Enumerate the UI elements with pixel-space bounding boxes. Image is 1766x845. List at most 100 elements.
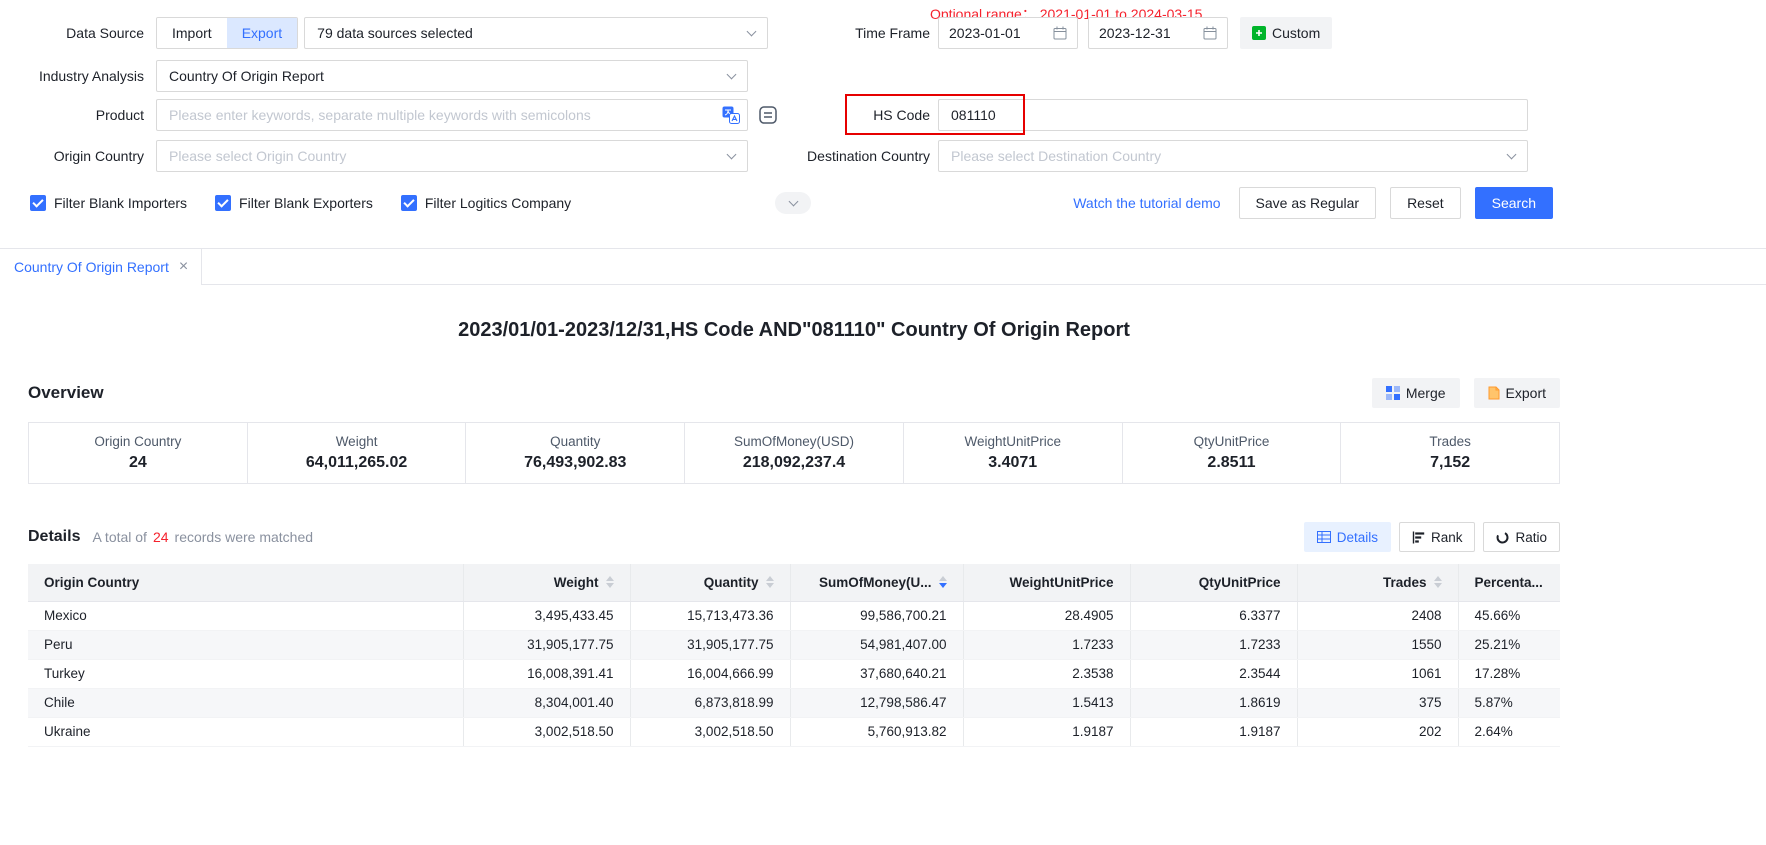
industry-analysis-select[interactable]: Country Of Origin Report (156, 60, 748, 92)
custom-calendar-icon (1252, 26, 1266, 40)
ratio-view-button[interactable]: Ratio (1483, 522, 1560, 552)
end-date-value: 2023-12-31 (1099, 25, 1171, 41)
report-content: 2023/01/01-2023/12/31,HS Code AND"081110… (28, 319, 1560, 747)
overview-stats-card: Origin Country 24 Weight 64,011,265.02 Q… (28, 422, 1560, 484)
chevron-down-icon (788, 197, 798, 207)
filter-row-options: Filter Blank Importers Filter Blank Expo… (0, 187, 1766, 219)
custom-range-button[interactable]: Custom (1240, 17, 1332, 49)
stat-weight: Weight 64,011,265.02 (247, 423, 466, 483)
sort-icon[interactable] (606, 576, 614, 588)
details-section-head: Details A total of 24 records were match… (28, 522, 1560, 552)
end-date-input[interactable]: 2023-12-31 (1088, 17, 1228, 49)
stat-sum-of-money: SumOfMoney(USD) 218,092,237.4 (684, 423, 903, 483)
industry-analysis-label: Industry Analysis (0, 68, 156, 84)
filter-logitics-company-checkbox[interactable]: Filter Logitics Company (401, 195, 571, 211)
sort-icon[interactable] (1434, 576, 1442, 588)
chevron-down-icon (727, 149, 737, 159)
hs-code-label: HS Code (788, 107, 938, 123)
data-source-selected-value: 79 data sources selected (317, 25, 473, 41)
checkbox-checked-icon (401, 195, 417, 211)
col-weight[interactable]: Weight (463, 564, 630, 601)
details-table: Origin Country Weight Quantity SumOfMone… (28, 564, 1560, 747)
table-row: Peru 31,905,177.75 31,905,177.75 54,981,… (28, 630, 1560, 659)
product-keywords-input[interactable] (156, 99, 748, 131)
export-label: Export (1506, 385, 1546, 401)
filter-row-data-source: Data Source Import Export 79 data source… (0, 17, 1766, 49)
filter-blank-importers-checkbox[interactable]: Filter Blank Importers (30, 195, 187, 211)
view-switch: Details Rank Ratio (1304, 522, 1560, 552)
details-view-button[interactable]: Details (1304, 522, 1391, 552)
search-button[interactable]: Search (1475, 187, 1553, 219)
filter-row-industry: Industry Analysis Country Of Origin Repo… (0, 60, 1766, 92)
rank-view-button[interactable]: Rank (1399, 522, 1476, 552)
checkbox-label: Filter Logitics Company (425, 195, 571, 211)
export-toggle-button[interactable]: Export (227, 18, 297, 48)
destination-country-placeholder: Please select Destination Country (951, 148, 1161, 164)
reset-button[interactable]: Reset (1390, 187, 1461, 219)
tab-country-of-origin-report[interactable]: Country Of Origin Report × (0, 248, 202, 285)
filter-panel: Optional range： 2021-01-01 to 2024-03-15… (0, 0, 1766, 248)
import-toggle-button[interactable]: Import (157, 18, 227, 48)
table-row: Mexico 3,495,433.45 15,713,473.36 99,586… (28, 601, 1560, 630)
stat-quantity: Quantity 76,493,902.83 (465, 423, 684, 483)
matched-count: 24 (153, 529, 169, 545)
start-date-value: 2023-01-01 (949, 25, 1021, 41)
tab-bar: Country Of Origin Report × (0, 248, 1766, 285)
destination-country-select[interactable]: Please select Destination Country (938, 140, 1528, 172)
app-window: Optional range： 2021-01-01 to 2024-03-15… (0, 0, 1766, 845)
destination-country-label: Destination Country (788, 148, 938, 164)
merge-label: Merge (1406, 385, 1446, 401)
col-weight-unit-price: WeightUnitPrice (963, 564, 1130, 601)
origin-country-label: Origin Country (0, 148, 156, 164)
filter-blank-exporters-checkbox[interactable]: Filter Blank Exporters (215, 195, 373, 211)
merge-icon (1386, 386, 1400, 400)
data-source-select[interactable]: 79 data sources selected (304, 17, 768, 49)
tutorial-demo-link[interactable]: Watch the tutorial demo (1073, 195, 1220, 211)
col-quantity[interactable]: Quantity (630, 564, 790, 601)
filter-row-countries: Origin Country Please select Origin Coun… (0, 140, 1766, 172)
chevron-down-icon (747, 26, 757, 36)
stat-trades: Trades 7,152 (1340, 423, 1559, 483)
hs-code-group: HS Code (788, 99, 1528, 131)
calendar-icon (1053, 26, 1067, 40)
start-date-input[interactable]: 2023-01-01 (938, 17, 1078, 49)
table-row: Chile 8,304,001.40 6,873,818.99 12,798,5… (28, 688, 1560, 717)
stat-weight-unit-price: WeightUnitPrice 3.4071 (903, 423, 1122, 483)
checkbox-label: Filter Blank Exporters (239, 195, 373, 211)
data-source-toggle: Import Export (156, 17, 298, 49)
sort-icon-desc-active[interactable] (939, 576, 947, 588)
details-heading: Details (28, 528, 80, 546)
keyword-list-icon[interactable] (758, 105, 778, 125)
destination-country-group: Destination Country Please select Destin… (788, 140, 1528, 172)
table-row: Turkey 16,008,391.41 16,004,666.99 37,68… (28, 659, 1560, 688)
merge-button[interactable]: Merge (1372, 378, 1460, 408)
custom-range-label: Custom (1272, 25, 1320, 41)
export-button[interactable]: Export (1474, 378, 1560, 408)
filter-row-product: Product HS Code (0, 99, 1766, 131)
tab-close-icon[interactable]: × (179, 259, 188, 275)
report-title: 2023/01/01-2023/12/31,HS Code AND"081110… (28, 319, 1560, 342)
overview-section-head: Overview Merge Export (28, 378, 1560, 408)
checkbox-checked-icon (215, 195, 231, 211)
origin-country-placeholder: Please select Origin Country (169, 148, 346, 164)
translate-icon[interactable] (722, 106, 740, 129)
collapse-filters-button[interactable] (775, 192, 811, 214)
col-trades[interactable]: Trades (1297, 564, 1458, 601)
ratio-icon (1496, 531, 1509, 544)
hs-code-input[interactable] (938, 99, 1528, 131)
save-as-regular-button[interactable]: Save as Regular (1239, 187, 1377, 219)
sort-icon[interactable] (766, 576, 774, 588)
col-sum-of-money[interactable]: SumOfMoney(U... (790, 564, 963, 601)
industry-analysis-value: Country Of Origin Report (169, 68, 324, 84)
origin-country-select[interactable]: Please select Origin Country (156, 140, 748, 172)
col-percentage: Percenta... (1458, 564, 1560, 601)
chevron-down-icon (727, 69, 737, 79)
col-qty-unit-price: QtyUnitPrice (1130, 564, 1297, 601)
time-frame-label: Time Frame (788, 25, 938, 41)
col-origin-country: Origin Country (28, 564, 463, 601)
table-row: Ukraine 3,002,518.50 3,002,518.50 5,760,… (28, 717, 1560, 746)
checkbox-label: Filter Blank Importers (54, 195, 187, 211)
chevron-down-icon (1507, 149, 1517, 159)
filter-actions: Watch the tutorial demo Save as Regular … (1073, 187, 1553, 219)
rank-icon (1412, 531, 1425, 544)
